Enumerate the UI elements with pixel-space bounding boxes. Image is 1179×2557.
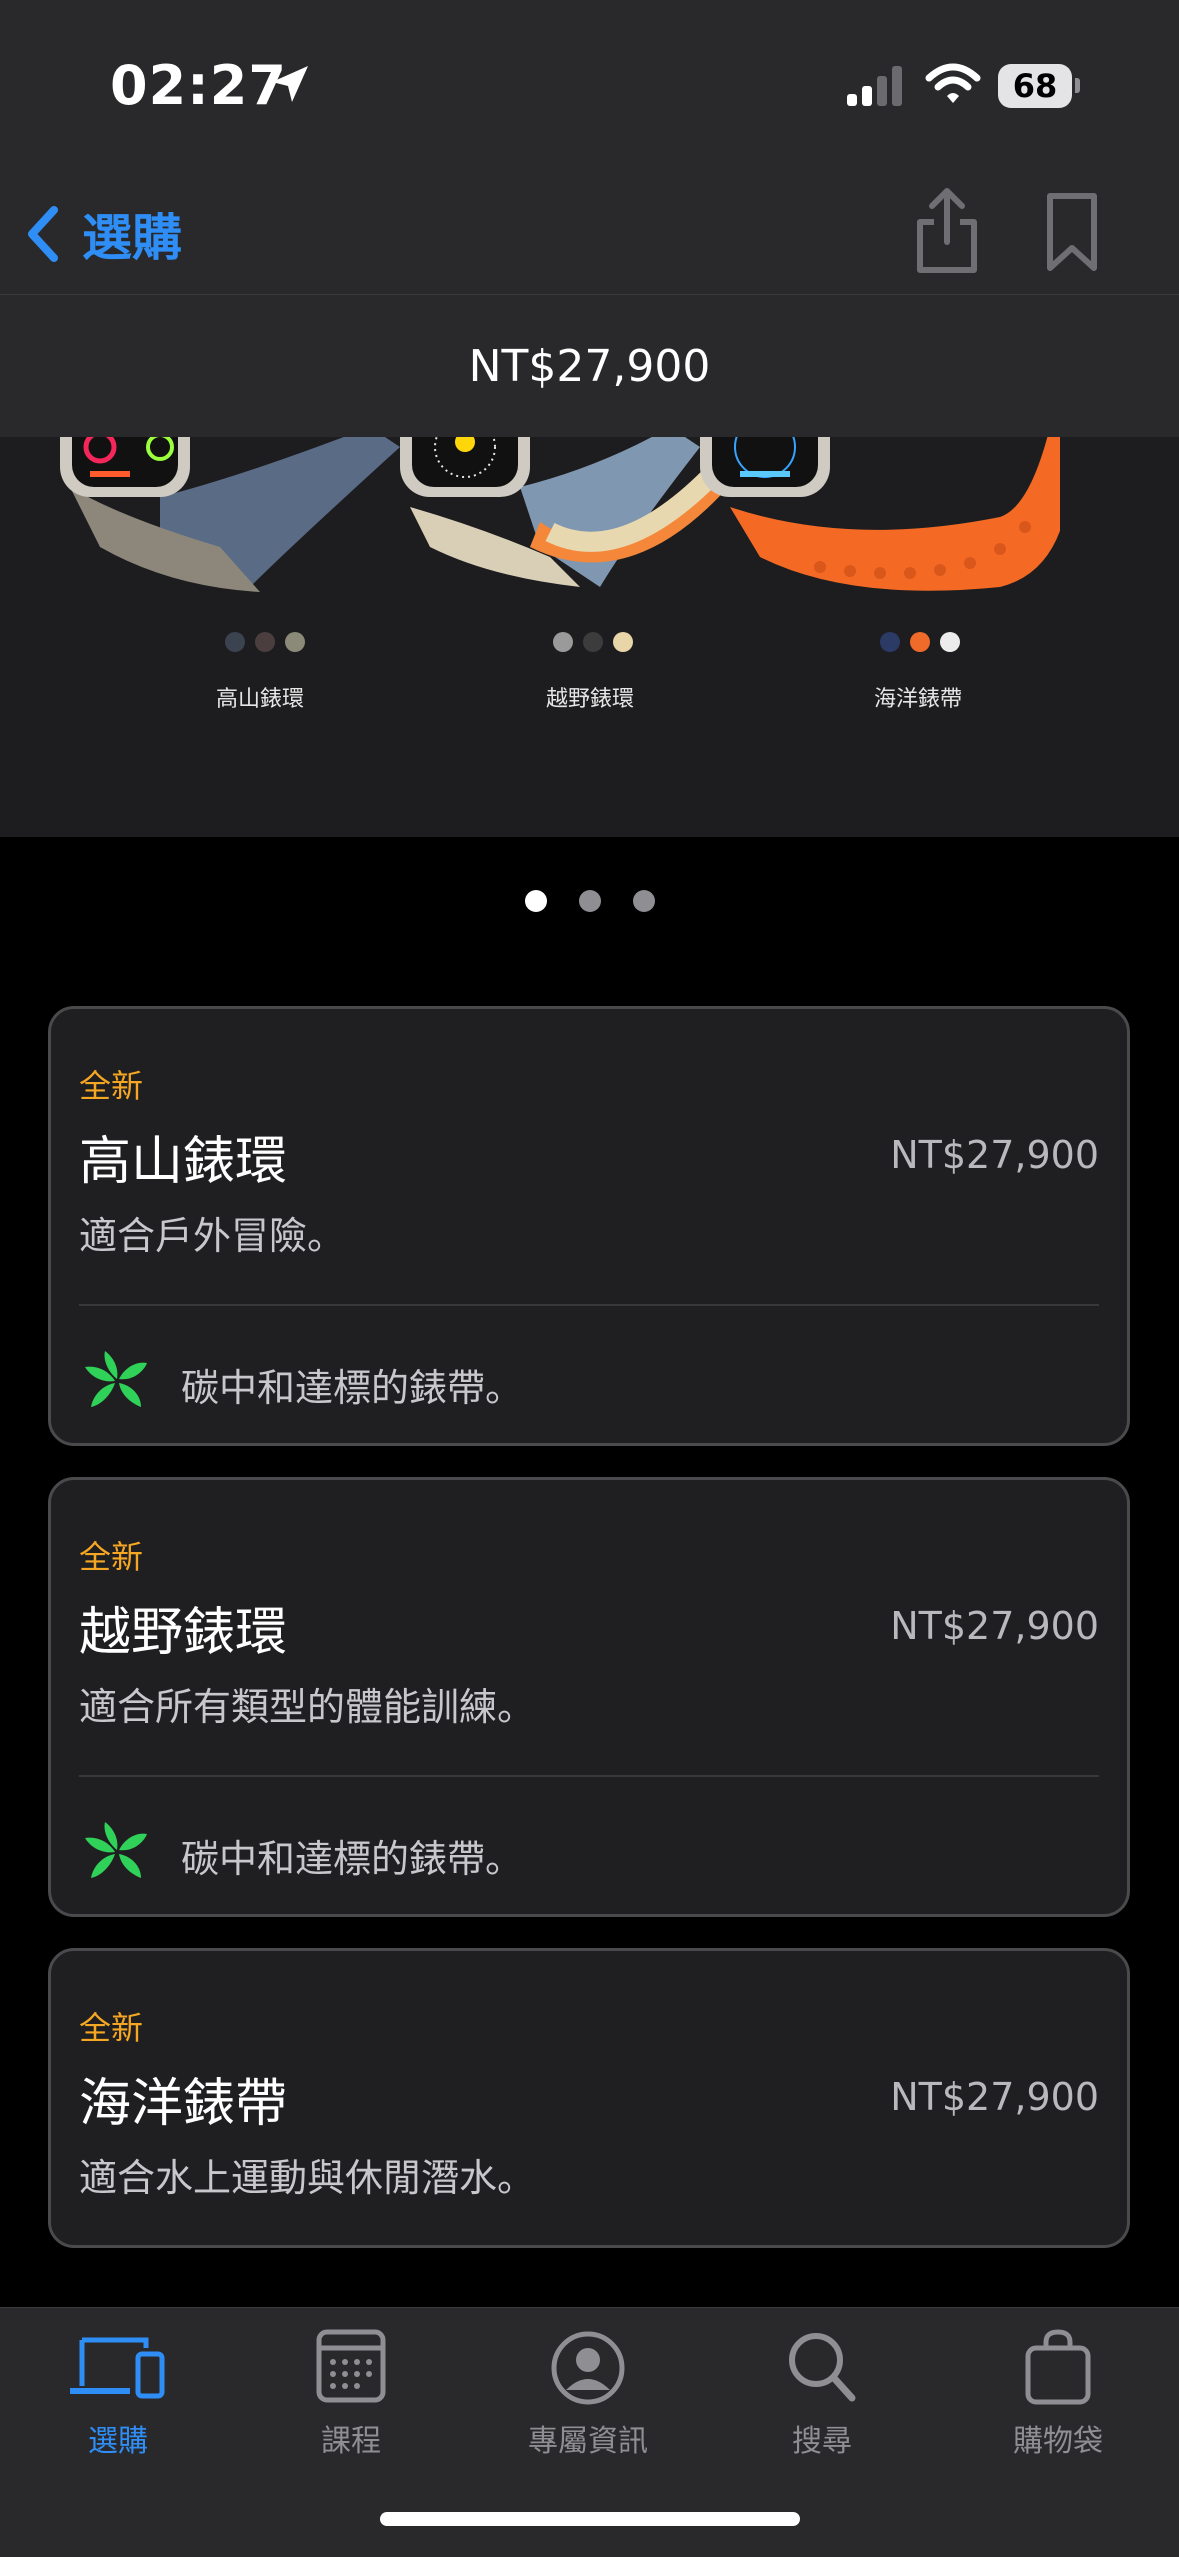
eco-note: 碳中和達標的錶帶。 bbox=[181, 1366, 524, 1410]
location-arrow-icon bbox=[272, 66, 308, 102]
trail-loop-color-swatches bbox=[553, 632, 633, 656]
option-price: NT$27,900 bbox=[890, 1604, 1099, 1648]
tab-label: 專屬資訊 bbox=[528, 2424, 648, 2459]
tab-label: 課程 bbox=[321, 2424, 381, 2459]
option-description: 適合水上運動與休閒潛水。 bbox=[79, 2156, 536, 2200]
option-title: 越野錶環 bbox=[79, 1603, 288, 1663]
leaf-eco-icon bbox=[85, 1351, 147, 1407]
back-button[interactable]: 選購 bbox=[24, 194, 182, 274]
status-bar: 02:27 68 bbox=[0, 0, 1179, 170]
trail-loop-watch-image bbox=[400, 437, 730, 587]
option-title: 海洋錶帶 bbox=[79, 2074, 288, 2134]
new-badge: 全新 bbox=[79, 2009, 144, 2047]
battery-level: 68 bbox=[1012, 67, 1058, 105]
divider bbox=[79, 1304, 1099, 1306]
calendar-icon bbox=[316, 2329, 386, 2403]
page-dot[interactable] bbox=[632, 890, 655, 912]
swatch-3[interactable] bbox=[613, 632, 633, 652]
new-badge: 全新 bbox=[79, 1538, 144, 1576]
tab-bag[interactable]: 購物袋 bbox=[958, 2328, 1158, 2488]
variant-label-alpine[interactable]: 高山錶環 bbox=[160, 681, 360, 713]
alpine-loop-watch-image bbox=[60, 437, 400, 592]
bag-icon bbox=[1025, 2329, 1091, 2405]
option-title: 高山錶環 bbox=[79, 1132, 288, 1192]
navigation-bar: 選購 bbox=[0, 170, 1179, 295]
page-dot[interactable] bbox=[524, 890, 547, 912]
swatch-1[interactable] bbox=[225, 632, 245, 652]
option-price: NT$27,900 bbox=[890, 1133, 1099, 1177]
option-price: NT$27,900 bbox=[890, 2075, 1099, 2119]
tab-label: 搜尋 bbox=[792, 2424, 852, 2459]
swatch-3[interactable] bbox=[940, 632, 960, 652]
tab-search[interactable]: 搜尋 bbox=[722, 2328, 922, 2488]
swatch-3[interactable] bbox=[285, 632, 305, 652]
swatch-2[interactable] bbox=[583, 632, 603, 652]
home-indicator[interactable] bbox=[380, 2512, 800, 2526]
product-gallery[interactable]: 高山錶環 越野錶環 海洋錶帶 bbox=[0, 437, 1179, 837]
battery-indicator: 68 bbox=[998, 64, 1080, 108]
person-circle-icon bbox=[551, 2331, 625, 2405]
option-description: 適合所有類型的體能訓練。 bbox=[79, 1685, 536, 1729]
cellular-signal-icon bbox=[847, 66, 902, 106]
tab-label: 購物袋 bbox=[1013, 2424, 1103, 2459]
swatch-2[interactable] bbox=[910, 632, 930, 652]
tab-sessions[interactable]: 課程 bbox=[251, 2328, 451, 2488]
bookmark-icon[interactable] bbox=[1042, 190, 1102, 274]
swatch-2[interactable] bbox=[255, 632, 275, 652]
page-dot[interactable] bbox=[578, 890, 601, 912]
devices-icon bbox=[70, 2337, 165, 2399]
tab-shop[interactable]: 選購 bbox=[18, 2328, 218, 2488]
share-icon[interactable] bbox=[912, 186, 982, 276]
status-time: 02:27 bbox=[110, 54, 287, 117]
alpine-loop-color-swatches bbox=[225, 632, 305, 656]
eco-note: 碳中和達標的錶帶。 bbox=[181, 1837, 524, 1881]
search-icon bbox=[789, 2333, 856, 2402]
leaf-eco-icon bbox=[85, 1822, 147, 1878]
tab-label: 選購 bbox=[88, 2424, 148, 2459]
divider bbox=[79, 1775, 1099, 1777]
sticky-price-bar: NT$27,900 bbox=[0, 295, 1179, 438]
chevron-left-icon bbox=[28, 206, 58, 262]
variant-label-trail[interactable]: 越野錶環 bbox=[490, 681, 690, 713]
new-badge: 全新 bbox=[79, 1067, 144, 1105]
option-description: 適合戶外冒險。 bbox=[79, 1214, 346, 1258]
page-indicator[interactable] bbox=[0, 890, 1179, 912]
option-card-ocean-band[interactable]: 全新 海洋錶帶 NT$27,900 適合水上運動與休閒潛水。 bbox=[48, 1948, 1130, 2248]
option-card-trail-loop[interactable]: 全新 越野錶環 NT$27,900 適合所有類型的體能訓練。 碳中和達標的錶帶。 bbox=[48, 1477, 1130, 1917]
variant-label-ocean[interactable]: 海洋錶帶 bbox=[818, 681, 1018, 713]
ocean-band-watch-image bbox=[700, 437, 1060, 591]
swatch-1[interactable] bbox=[553, 632, 573, 652]
ocean-band-color-swatches bbox=[880, 632, 960, 656]
product-price: NT$27,900 bbox=[468, 340, 711, 392]
wifi-icon bbox=[925, 63, 981, 103]
swatch-1[interactable] bbox=[880, 632, 900, 652]
tab-for-you[interactable]: 專屬資訊 bbox=[488, 2328, 688, 2488]
back-button-label: 選購 bbox=[82, 209, 182, 267]
option-card-alpine-loop[interactable]: 全新 高山錶環 NT$27,900 適合戶外冒險。 碳中和達標的錶帶。 bbox=[48, 1006, 1130, 1446]
